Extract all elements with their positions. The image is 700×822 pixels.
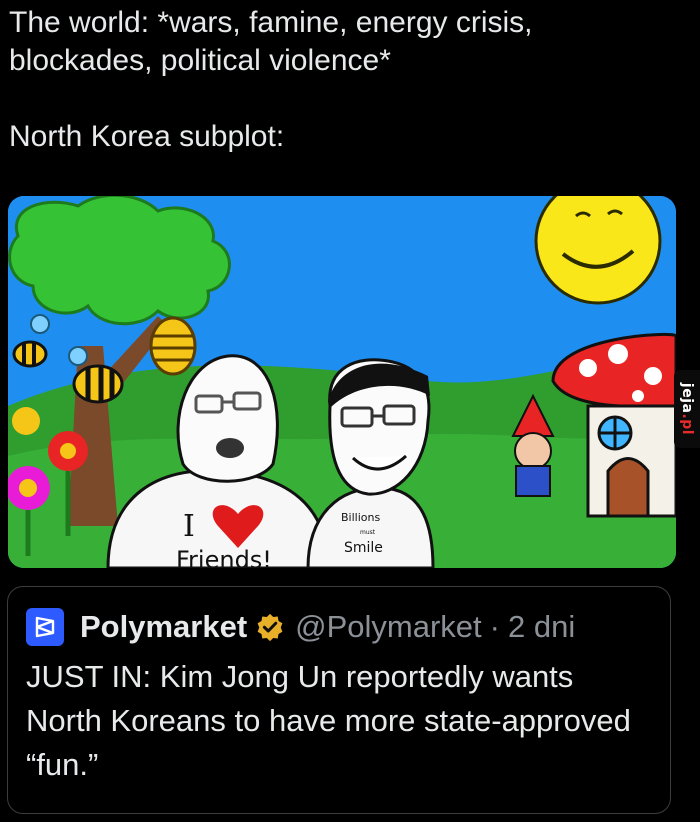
- shirt-right-line-3: Smile: [344, 540, 383, 556]
- caption-line-2: blockades, political violence*: [9, 44, 391, 77]
- quoted-timestamp[interactable]: 2 dni: [508, 609, 575, 645]
- verified-badge-icon: [257, 613, 283, 642]
- post-caption: The world: *wars, famine, energy crisis,…: [9, 4, 689, 156]
- shirt-right-line-1: Billions: [341, 511, 380, 524]
- quoted-account-name[interactable]: Polymarket: [80, 609, 247, 645]
- quoted-handle[interactable]: @Polymarket: [295, 609, 482, 645]
- quoted-post[interactable]: Polymarket @Polymarket · 2 dni JUST IN: …: [7, 586, 671, 814]
- caption-line-3: North Korea subplot:: [9, 120, 285, 153]
- jeja-watermark: jeja.pl: [674, 370, 700, 448]
- meta-separator: ·: [489, 609, 500, 644]
- quoted-post-text: JUST IN: Kim Jong Un reportedly wants No…: [26, 659, 631, 782]
- svg-text:I: I: [183, 509, 195, 544]
- meme-image[interactable]: I Friends! Billions must Smile: [8, 196, 676, 568]
- shirt-right-line-2: must: [360, 529, 376, 536]
- polymarket-logo-icon: [35, 616, 55, 638]
- watermark-text-a: jeja: [679, 382, 695, 414]
- meme-illustration: I Friends! Billions must Smile: [8, 196, 676, 568]
- shirt-left-text: Friends!: [176, 546, 272, 568]
- caption-line-1: The world: *wars, famine, energy crisis,: [9, 6, 533, 39]
- polymarket-avatar[interactable]: [26, 608, 64, 646]
- quoted-post-header: Polymarket @Polymarket · 2 dni: [26, 607, 575, 647]
- watermark-text-b: .pl: [679, 413, 695, 436]
